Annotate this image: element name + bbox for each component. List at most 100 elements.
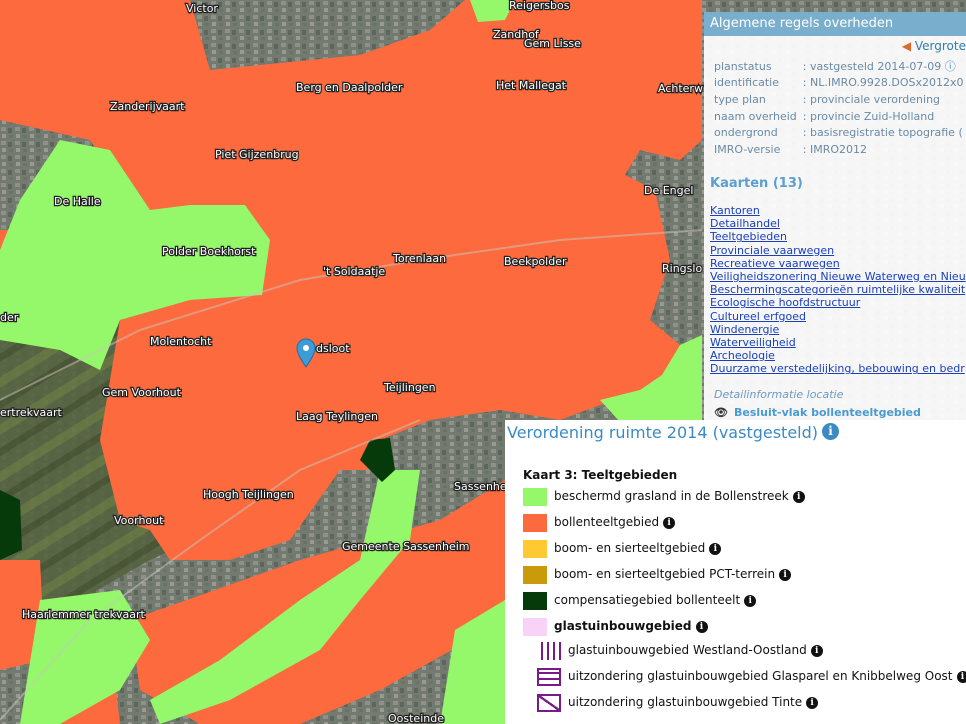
place-label: Reigersbos bbox=[509, 0, 570, 12]
place-label: Het Mallegat bbox=[496, 79, 567, 92]
kaart-link[interactable]: Windenergie bbox=[710, 323, 966, 336]
meta-value: : NL.IMRO.9928.DOSx2012x0 bbox=[802, 76, 964, 90]
kaart-link[interactable]: Waterveiligheid bbox=[710, 336, 966, 349]
meta-value: : provincie Zuid-Holland bbox=[802, 109, 935, 123]
info-icon[interactable]: i bbox=[663, 516, 676, 529]
info-icon[interactable]: i bbox=[810, 644, 823, 657]
kaart-link[interactable]: Archeologie bbox=[710, 349, 966, 362]
place-label: De Engel bbox=[644, 184, 693, 197]
kaart-link[interactable]: Ecologische hoofdstructuur bbox=[710, 296, 966, 309]
legend-swatch bbox=[537, 642, 561, 660]
download-icon[interactable]: ⓘ bbox=[941, 60, 956, 73]
meta-row: type plan : provinciale verordening bbox=[710, 91, 966, 108]
place-label: Hoogh Teijlingen bbox=[203, 488, 294, 501]
place-label: Sassenhe bbox=[454, 480, 507, 493]
panel-header: Algemene regels overheden bbox=[704, 12, 966, 36]
kaart-link[interactable]: Duurzame verstedelijking, bebouwing en b… bbox=[710, 362, 966, 375]
legend-label: bollenteeltgebied i bbox=[554, 515, 676, 529]
place-label: Piet Gijzenbrug bbox=[215, 148, 299, 161]
place-label: Berg en Daalpolder bbox=[296, 81, 403, 94]
meta-key: naam overheid bbox=[714, 109, 797, 123]
legend-label: boom- en sierteeltgebied PCT-terrein i bbox=[554, 567, 792, 581]
detail-info-label: Detailinformatie locatie bbox=[714, 388, 844, 401]
place-label: Beekpolder bbox=[504, 255, 567, 268]
legend-panel: Verordening ruimte 2014 (vastgesteld) i K… bbox=[505, 420, 966, 724]
legend-swatch bbox=[537, 694, 561, 712]
place-label: Achterw bbox=[658, 82, 703, 95]
besluit-label: Besluit-vlak bollenteeltgebied bbox=[734, 406, 921, 419]
place-label: Gem Voorhout bbox=[102, 386, 182, 399]
meta-value: : provinciale verordening bbox=[802, 92, 941, 106]
meta-row: identificatie : NL.IMRO.9928.DOSx2012x0 bbox=[710, 75, 966, 92]
binoculars-icon: 👁 bbox=[714, 406, 728, 419]
meta-value: : basisregistratie topografie ( bbox=[802, 126, 963, 140]
kaart-link[interactable]: Recreatieve vaarwegen bbox=[710, 257, 966, 270]
place-label: 't Soldaatje bbox=[323, 265, 385, 278]
meta-row: naam overheid : provincie Zuid-Holland bbox=[710, 108, 966, 125]
kaart-link[interactable]: Detailhandel bbox=[710, 217, 966, 230]
kaart-link[interactable]: Cultureel erfgoed bbox=[710, 310, 966, 323]
legend-label: uitzondering glastuinbouwgebied Glaspare… bbox=[568, 669, 966, 683]
kaart-link[interactable]: Kantoren bbox=[710, 204, 966, 217]
place-label: Victor bbox=[186, 2, 218, 15]
place-label: Molentocht bbox=[150, 335, 212, 348]
kaart-link[interactable]: Veiligheidszonering Nieuwe Waterweg en N… bbox=[710, 270, 966, 283]
place-label: De Halle bbox=[54, 195, 101, 208]
legend-label: compensatiegebied bollenteelt i bbox=[554, 593, 757, 607]
place-label: Polder Boekhorst bbox=[162, 245, 256, 258]
info-icon[interactable]: i bbox=[779, 568, 792, 581]
legend-label: glastuinbouwgebied i bbox=[554, 619, 708, 633]
meta-row: IMRO-versie : IMRO2012 bbox=[710, 141, 966, 158]
plan-info-panel: Algemene regels overheden ◀ Vergrote pla… bbox=[704, 12, 966, 422]
kaarten-list: Kantoren Detailhandel Teeltgebieden Provinc… bbox=[710, 204, 966, 376]
info-icon[interactable]: i bbox=[695, 620, 708, 633]
info-icon[interactable]: i bbox=[792, 490, 805, 503]
back-arrow-icon: ◀ bbox=[901, 39, 912, 53]
back-link-label: Vergrote bbox=[914, 39, 966, 53]
kaarten-title: Kaarten (13) bbox=[710, 176, 803, 191]
meta-row: planstatus : vastgesteld 2014-07-09 ⓘ bbox=[710, 58, 966, 75]
place-label: der bbox=[0, 311, 19, 324]
legend-label: glastuinbouwgebied Westland-Oostland i bbox=[568, 643, 823, 657]
legend-swatch bbox=[523, 514, 547, 532]
info-icon[interactable]: i bbox=[709, 542, 722, 555]
place-label: Ringslo bbox=[662, 262, 702, 275]
besluit-link[interactable]: 👁 Besluit-vlak bollenteeltgebied bbox=[714, 406, 921, 419]
place-label: Voorhout bbox=[114, 514, 164, 527]
place-label: Torenlaan bbox=[392, 252, 446, 265]
back-link[interactable]: ◀ Vergrote bbox=[902, 39, 966, 53]
meta-key: type plan bbox=[714, 92, 766, 106]
meta-key: ondergrond bbox=[714, 126, 778, 140]
legend-label: boom- en sierteeltgebied i bbox=[554, 541, 722, 555]
info-icon[interactable]: i bbox=[956, 670, 966, 683]
meta-key: IMRO-versie bbox=[714, 142, 781, 156]
plan-meta-table: planstatus: vastgesteld 2014-07-09 ⓘ iden… bbox=[710, 58, 966, 158]
place-label: Oosteinde bbox=[388, 712, 444, 724]
legend-subtitle: Kaart 3: Teeltgebieden bbox=[523, 468, 678, 482]
meta-key: planstatus bbox=[714, 59, 772, 73]
legend-swatch bbox=[523, 566, 547, 584]
info-icon[interactable]: i bbox=[744, 594, 757, 607]
meta-key: identificatie bbox=[714, 76, 780, 90]
meta-value: : vastgesteld 2014-07-09 ⓘ bbox=[802, 60, 956, 74]
place-label: ertrekvaart bbox=[0, 406, 63, 419]
kaart-link[interactable]: Teeltgebieden bbox=[710, 230, 966, 243]
legend-swatch bbox=[523, 592, 547, 610]
legend-label: uitzondering glastuinbouwgebied Tinte i bbox=[568, 695, 819, 709]
kaart-link[interactable]: Beschermingscategorieën ruimtelijke kwal… bbox=[710, 283, 966, 296]
legend-swatch bbox=[523, 540, 547, 558]
legend-swatch bbox=[537, 668, 561, 686]
place-label: Teijlingen bbox=[383, 381, 436, 394]
place-label: Gemeente Sassenheim bbox=[342, 540, 470, 553]
kaart-link[interactable]: Provinciale vaarwegen bbox=[710, 244, 966, 257]
legend-label: beschermd grasland in de Bollenstreek i bbox=[554, 489, 805, 503]
info-icon[interactable]: i bbox=[822, 423, 840, 440]
place-label: dsloot bbox=[316, 342, 350, 355]
place-label: Zanderijvaart bbox=[110, 100, 185, 113]
place-label: Gem Lisse bbox=[524, 37, 581, 50]
info-icon[interactable]: i bbox=[806, 696, 819, 709]
meta-row: ondergrond : basisregistratie topografie … bbox=[710, 124, 966, 141]
meta-value: : IMRO2012 bbox=[802, 142, 868, 156]
place-label: Haarlemmer trekvaart bbox=[22, 608, 146, 621]
legend-swatch bbox=[523, 618, 547, 636]
